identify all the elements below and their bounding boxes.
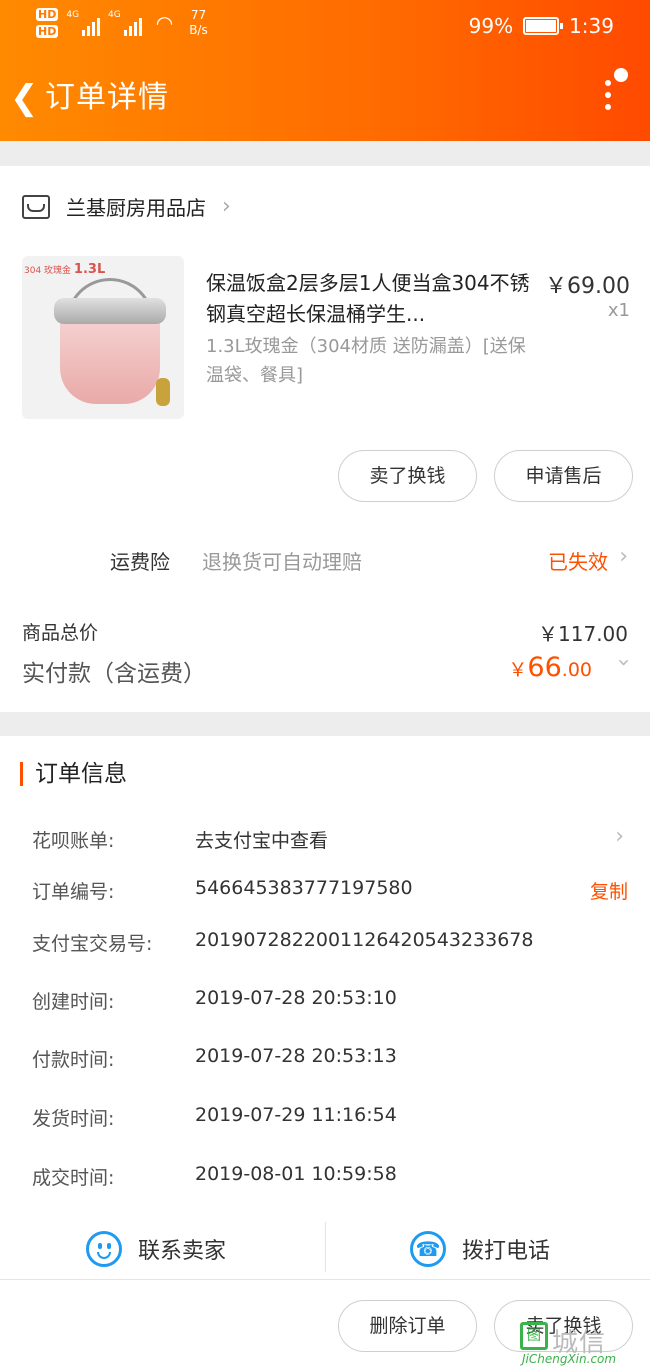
insurance-desc: 退换货可自动理赔 — [202, 550, 362, 574]
order-product-card: 兰基厨房用品店 › 304 玫瑰金 1.3L 保温饭盒2层多层1人便当盒304不… — [0, 166, 650, 712]
insurance-label: 运费险 — [110, 550, 170, 574]
divider — [0, 1279, 650, 1280]
product-image-tag: 304 玫瑰金 1.3L — [24, 262, 106, 277]
sell-button[interactable]: 卖了换钱 — [338, 450, 477, 502]
copy-button[interactable]: 复制 — [590, 877, 628, 904]
alipay-label: 支付宝交易号: — [32, 933, 153, 955]
hd-indicators: HD HD — [36, 8, 59, 38]
chevron-right-icon: › — [615, 824, 624, 849]
divider — [325, 1222, 326, 1272]
watermark: 图 城信 JiChengXin.com — [520, 1320, 640, 1366]
chevron-left-icon: ❮ — [10, 78, 39, 118]
paid-time-label: 付款时间: — [32, 1049, 115, 1071]
shipped-label: 发货时间: — [32, 1108, 115, 1130]
hd-badge-1: HD — [36, 8, 59, 21]
total-value: ￥117.00 — [538, 622, 628, 646]
product-quantity: x1 — [607, 300, 630, 321]
page-title: 订单详情 — [45, 80, 169, 115]
status-bar: HD HD 4G 4G ◠ 77 B/s 99% 1:39 — [0, 0, 650, 56]
total-label: 商品总价 — [22, 622, 99, 644]
store-icon — [22, 194, 50, 219]
watermark-logo: 图 — [520, 1322, 548, 1350]
signal-icon-2: 4G — [108, 10, 142, 36]
clock: 1:39 — [569, 14, 614, 38]
section-title: 订单信息 — [20, 762, 127, 786]
back-button[interactable]: ❮ — [10, 78, 39, 118]
battery-percent: 99% — [468, 14, 514, 38]
contact-seller-label: 联系卖家 — [138, 1239, 227, 1264]
done-label: 成交时间: — [32, 1167, 115, 1189]
order-no-value: 546645383777197580 — [195, 877, 413, 899]
chevron-down-icon: › — [611, 658, 637, 667]
paid-label: 实付款（含运费） — [22, 661, 206, 687]
product-image[interactable]: 304 玫瑰金 1.3L — [22, 256, 184, 419]
chat-icon — [86, 1231, 122, 1267]
shop-link[interactable]: 兰基厨房用品店 › — [22, 192, 231, 221]
call-phone-label: 拨打电话 — [462, 1239, 551, 1264]
product-title[interactable]: 保温饭盒2层多层1人便当盒304不锈钢真空超长保温桶学生... — [206, 268, 532, 330]
created-label: 创建时间: — [32, 991, 115, 1013]
signal-icon-1: 4G — [66, 10, 101, 36]
after-sale-button[interactable]: 申请售后 — [494, 450, 633, 502]
huabei-value: 去支付宝中查看 — [195, 830, 329, 852]
phone-icon: ☎ — [410, 1231, 446, 1267]
wifi-icon: ◠ — [155, 11, 174, 35]
insurance-status: 已失效 — [548, 550, 608, 574]
app-header: HD HD 4G 4G ◠ 77 B/s 99% 1:39 ❮ 订单详情 — [0, 0, 650, 141]
product-spec: 1.3L玫瑰金（304材质 送防漏盖）[送保温袋、餐具] — [206, 336, 526, 386]
more-vertical-icon — [602, 80, 614, 110]
shipped-value: 2019-07-29 11:16:54 — [195, 1104, 397, 1126]
call-phone-button[interactable]: ☎ 拨打电话 — [410, 1218, 550, 1280]
more-button[interactable] — [602, 80, 614, 114]
status-left: HD HD 4G 4G ◠ 77 B/s — [36, 8, 208, 38]
hd-badge-2: HD — [36, 25, 59, 38]
delete-order-button[interactable]: 删除订单 — [338, 1300, 477, 1352]
speed-value: 77 — [190, 8, 207, 22]
network-type-1: 4G — [66, 10, 80, 20]
created-value: 2019-07-28 20:53:10 — [195, 987, 397, 1009]
status-right: 99% 1:39 — [469, 14, 614, 38]
network-type-2: 4G — [108, 10, 121, 20]
battery-icon — [523, 17, 564, 35]
huabei-label: 花呗账单: — [32, 830, 115, 852]
contact-seller-button[interactable]: 联系卖家 — [86, 1218, 226, 1280]
notification-dot — [614, 68, 628, 82]
alipay-value: 2019072822001126420543233678 — [195, 929, 534, 951]
order-no-label: 订单编号: — [32, 881, 115, 903]
chevron-right-icon: › — [222, 194, 231, 219]
network-speed: 77 B/s — [189, 8, 208, 38]
speed-unit: B/s — [189, 23, 208, 37]
watermark-url: JiChengXin.com — [522, 1352, 617, 1366]
done-value: 2019-08-01 10:59:58 — [195, 1163, 397, 1185]
shop-name: 兰基厨房用品店 — [66, 196, 206, 220]
paid-time-value: 2019-07-28 20:53:13 — [195, 1045, 397, 1067]
paid-value: ￥66.00 — [508, 652, 592, 683]
product-price: ￥69.00 — [545, 274, 630, 299]
chevron-right-icon: › — [619, 544, 628, 569]
